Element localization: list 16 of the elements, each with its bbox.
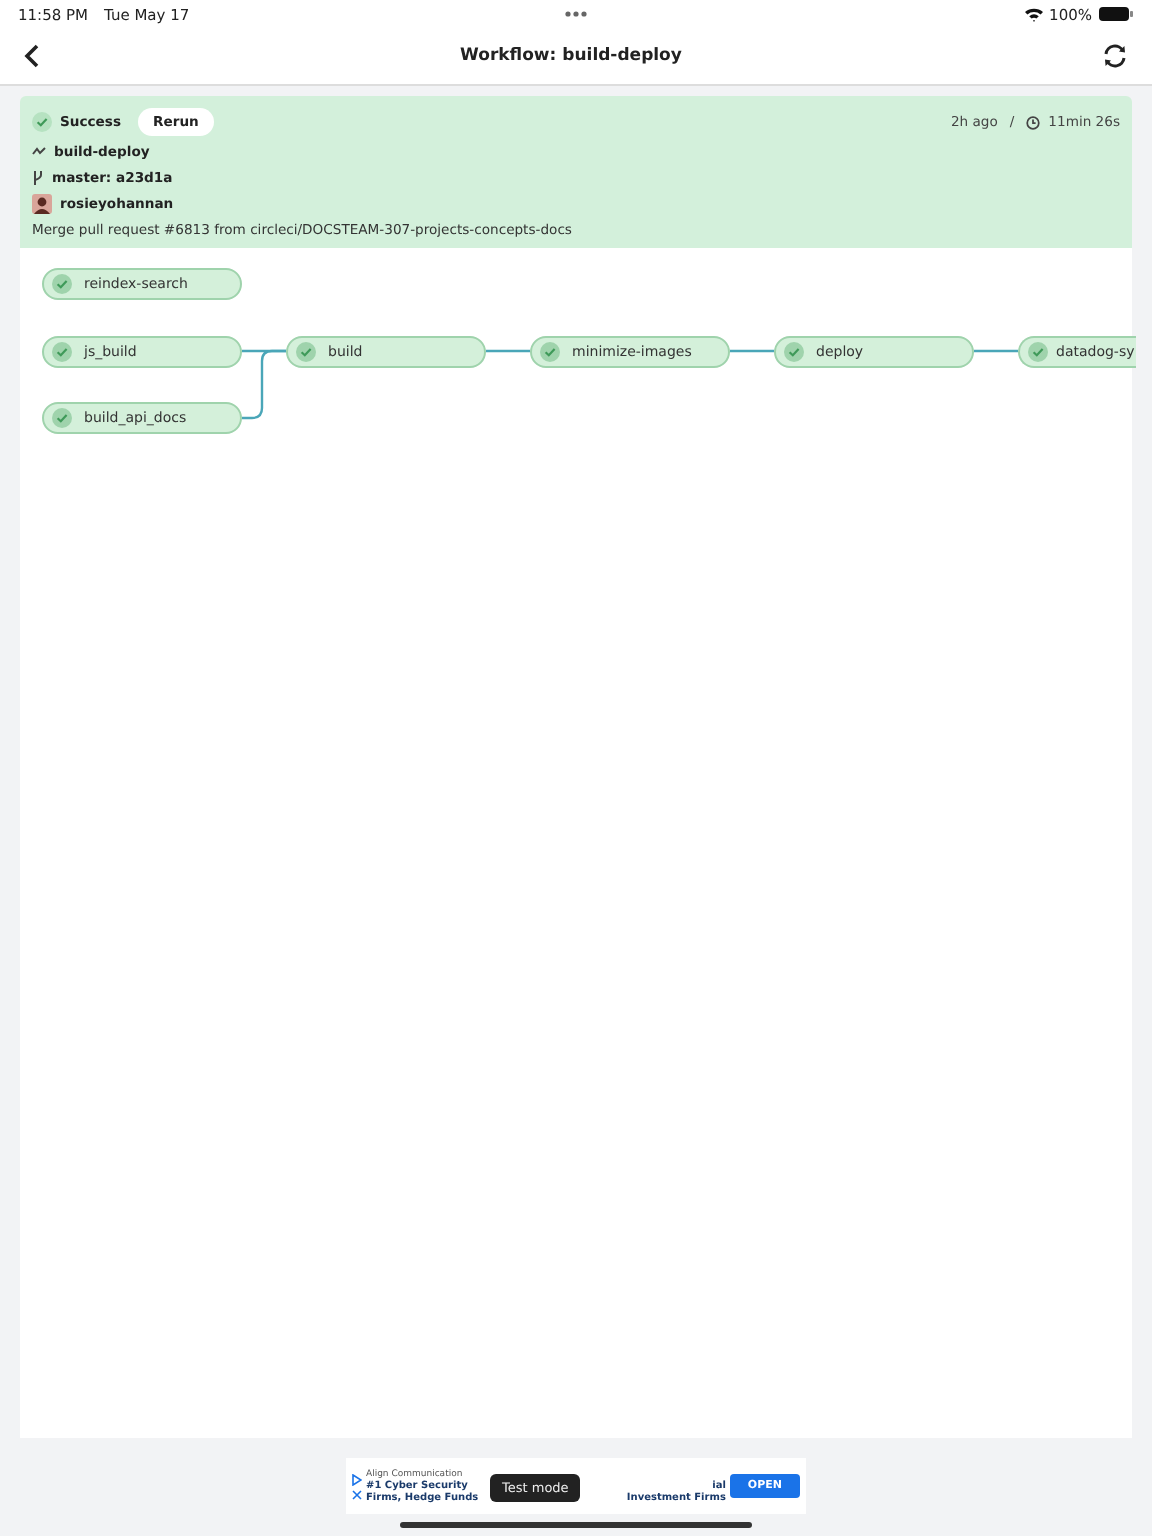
connector-line	[486, 349, 530, 353]
more-dots-icon	[564, 10, 588, 18]
wifi-icon	[1023, 6, 1044, 22]
page-title: Workflow: build-deploy	[460, 46, 682, 66]
connector-line	[974, 349, 1018, 353]
clock-icon	[1026, 115, 1041, 129]
avatar-icon	[32, 194, 52, 214]
connector-line	[730, 349, 774, 353]
close-icon[interactable]	[352, 1489, 362, 1499]
battery-icon	[1098, 6, 1134, 22]
branch-icon	[32, 170, 44, 186]
workflow-icon	[32, 146, 46, 158]
success-check-icon	[32, 112, 52, 132]
refresh-icon[interactable]	[1101, 44, 1128, 68]
play-icon	[352, 1473, 362, 1485]
back-icon[interactable]	[24, 44, 40, 68]
